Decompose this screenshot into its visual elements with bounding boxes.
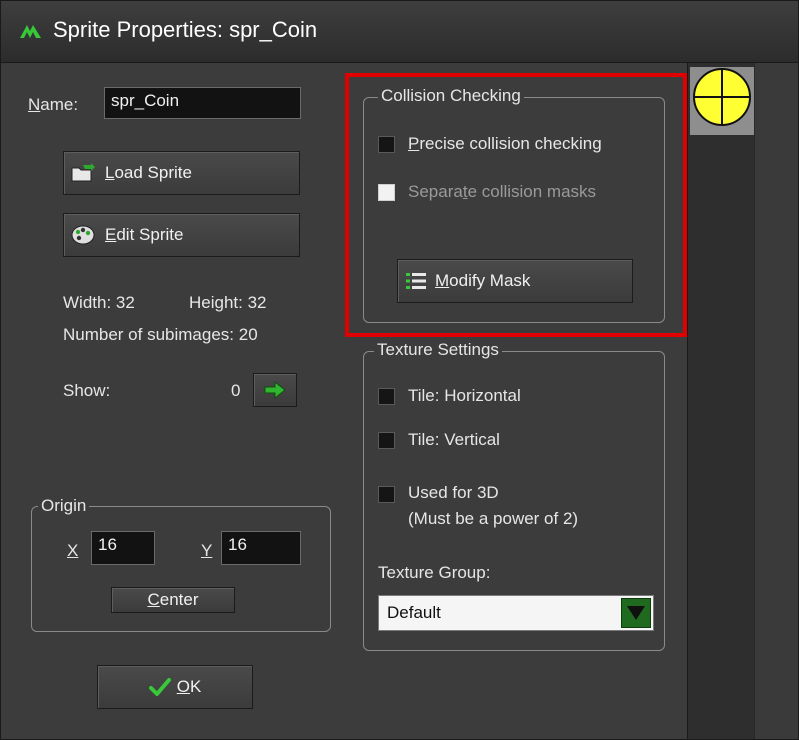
origin-x-field[interactable]: 16 [91,531,155,565]
subimage-thumbnail[interactable] [690,67,754,135]
load-folder-icon [71,163,95,182]
show-value: 0 [231,381,241,400]
origin-y-field[interactable]: 16 [221,531,301,565]
window-title: Sprite Properties: spr_Coin [53,17,318,42]
used-3d-checkbox[interactable] [378,486,395,503]
texture-group-label: Texture Group: [378,563,491,582]
origin-y-label: Y [201,541,213,560]
dropdown-button[interactable] [621,598,651,628]
ok-button[interactable]: OK [97,665,253,709]
texture-group-value: Default [387,603,441,622]
collision-highlight-box [345,73,687,337]
edit-sprite-button[interactable]: Edit Sprite [63,213,300,257]
edit-palette-icon [71,225,95,245]
height-label: Height: 32 [189,293,267,312]
next-subimage-button[interactable] [253,373,297,407]
tile-vertical-checkbox[interactable] [378,432,395,449]
origin-x-label: X [67,541,79,560]
used-3d-label: Used for 3D [408,483,499,502]
checkmark-icon [148,678,171,696]
tile-vertical-label: Tile: Vertical [408,430,500,449]
subimages-label: Number of subimages: 20 [63,325,258,344]
dialog-body: Name: spr_Coin Load Sprite Edit Sprite W… [1,63,798,739]
tile-horizontal-label: Tile: Horizontal [408,386,521,405]
origin-title: Origin [38,496,90,516]
sprite-properties-window: Sprite Properties: spr_Coin Name: spr_Co… [0,0,799,740]
title-bar[interactable]: Sprite Properties: spr_Coin [1,1,798,63]
center-button[interactable]: Center [111,587,235,613]
app-icon [20,25,41,38]
next-arrow-icon [264,380,286,400]
used-3d-note: (Must be a power of 2) [408,509,579,528]
coin-sprite-icon [693,68,751,126]
origin-group: Origin [31,496,331,632]
load-sprite-button[interactable]: Load Sprite [63,151,300,195]
tile-horizontal-checkbox[interactable] [378,388,395,405]
width-label: Width: 32 [63,293,135,312]
name-label: Name: [28,95,79,114]
texture-group-select[interactable]: Default [378,595,654,631]
dropdown-arrow-icon [627,606,645,620]
show-label: Show: [63,381,111,400]
texture-title: Texture Settings [374,340,502,360]
name-field[interactable]: spr_Coin [104,87,301,119]
preview-canvas [754,63,798,739]
